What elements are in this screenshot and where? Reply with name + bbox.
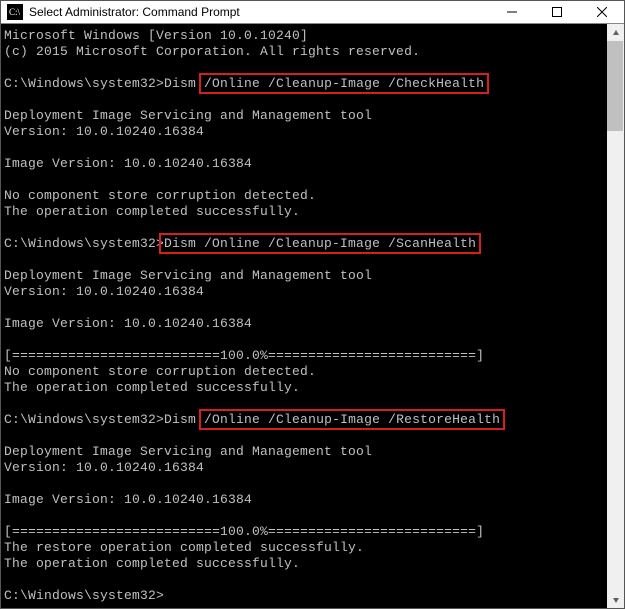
vertical-scrollbar[interactable] xyxy=(607,24,624,608)
cmd-icon: C:\ xyxy=(7,4,23,20)
line: No component store corruption detected. xyxy=(4,188,316,203)
window-title: Select Administrator: Command Prompt xyxy=(29,5,489,19)
console-area: Microsoft Windows [Version 10.0.10240] (… xyxy=(1,24,624,608)
scroll-up-button[interactable] xyxy=(607,24,624,41)
svg-text:C:\: C:\ xyxy=(9,7,21,17)
line: The operation completed successfully. xyxy=(4,204,300,219)
line: Deployment Image Servicing and Managemen… xyxy=(4,268,372,283)
highlight-restorehealth: /Online /Cleanup-Image /RestoreHealth xyxy=(199,409,505,430)
line: Deployment Image Servicing and Managemen… xyxy=(4,444,372,459)
line: No component store corruption detected. xyxy=(4,364,316,379)
prompt: C:\Windows\system32> xyxy=(4,76,164,91)
line: Image Version: 10.0.10240.16384 xyxy=(4,316,252,331)
line: Microsoft Windows [Version 10.0.10240] xyxy=(4,28,308,43)
line: The operation completed successfully. xyxy=(4,380,300,395)
close-button[interactable] xyxy=(579,1,624,23)
cursor xyxy=(164,589,172,603)
window-controls xyxy=(489,1,624,23)
prompt: C:\Windows\system32> xyxy=(4,588,164,603)
line: Deployment Image Servicing and Managemen… xyxy=(4,108,372,123)
prompt: C:\Windows\system32> xyxy=(4,236,164,251)
line: Image Version: 10.0.10240.16384 xyxy=(4,492,252,507)
scrollbar-thumb[interactable] xyxy=(607,41,623,131)
line: Version: 10.0.10240.16384 xyxy=(4,124,204,139)
prompt: C:\Windows\system32> xyxy=(4,412,164,427)
cmd-window: C:\ Select Administrator: Command Prompt… xyxy=(0,0,625,609)
line: [==========================100.0%=======… xyxy=(4,348,484,363)
scroll-down-button[interactable] xyxy=(607,591,624,608)
highlight-checkhealth: /Online /Cleanup-Image /CheckHealth xyxy=(199,73,489,94)
highlight-scanhealth: Dism /Online /Cleanup-Image /ScanHealth xyxy=(159,233,481,254)
line: The operation completed successfully. xyxy=(4,556,300,571)
minimize-button[interactable] xyxy=(489,1,534,23)
line: Image Version: 10.0.10240.16384 xyxy=(4,156,252,171)
titlebar[interactable]: C:\ Select Administrator: Command Prompt xyxy=(1,1,624,24)
console-output[interactable]: Microsoft Windows [Version 10.0.10240] (… xyxy=(1,24,607,608)
maximize-button[interactable] xyxy=(534,1,579,23)
line: The restore operation completed successf… xyxy=(4,540,364,555)
line: Version: 10.0.10240.16384 xyxy=(4,284,204,299)
line: [==========================100.0%=======… xyxy=(4,524,484,539)
line: Version: 10.0.10240.16384 xyxy=(4,460,204,475)
line: (c) 2015 Microsoft Corporation. All righ… xyxy=(4,44,420,59)
